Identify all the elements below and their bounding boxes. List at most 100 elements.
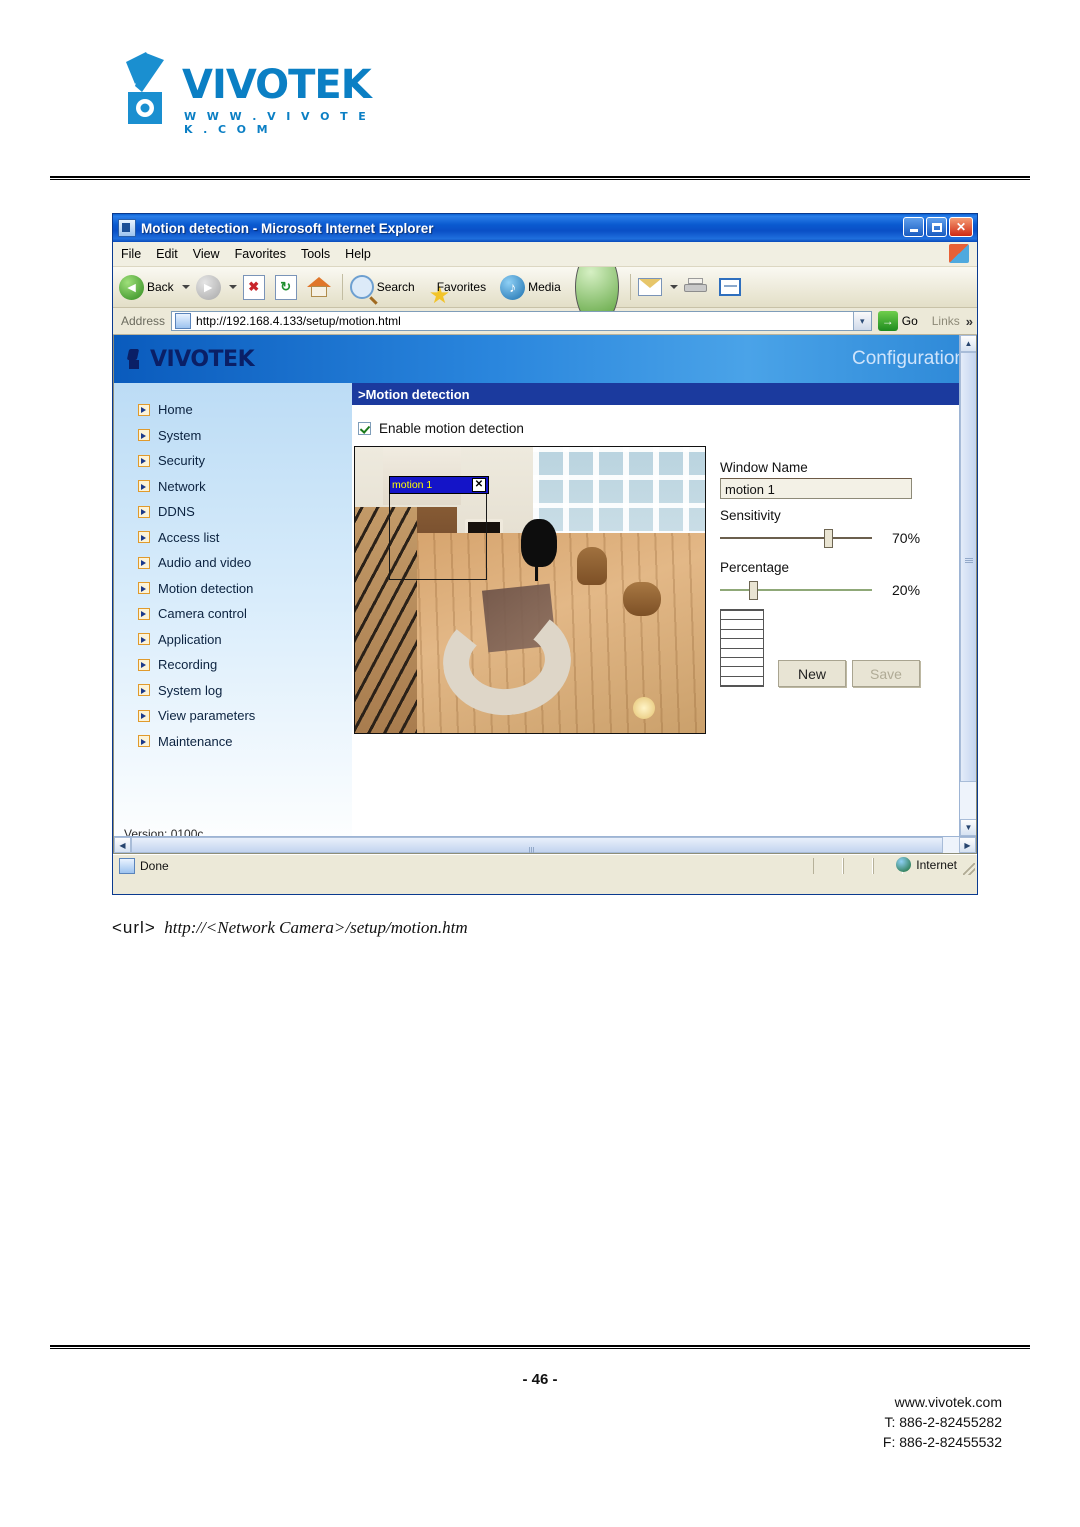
zone-label: Internet (916, 857, 957, 872)
back-arrow-icon: ◄ (119, 274, 144, 300)
menu-tools[interactable]: Tools (301, 247, 330, 261)
favorites-label: Favorites (436, 280, 487, 294)
close-icon[interactable]: ✕ (472, 478, 486, 492)
scroll-grip (965, 558, 973, 564)
sensitivity-value: 70% (892, 530, 921, 546)
edit-page-icon (718, 278, 741, 296)
sidebar-item-label: Camera control (158, 606, 247, 622)
forward-arrow-icon: ► (195, 274, 221, 300)
enable-motion-detection-row[interactable]: Enable motion detection (358, 421, 959, 436)
scroll-left-icon[interactable]: ◀ (114, 837, 131, 853)
search-icon (349, 275, 374, 299)
scroll-down-icon[interactable]: ▼ (960, 819, 976, 836)
media-button[interactable]: ♪ Media (500, 274, 561, 300)
sidebar-item-recording[interactable]: Recording (114, 652, 352, 678)
video-preview[interactable]: motion 1 ✕ (354, 446, 706, 734)
address-dropdown-icon[interactable]: ▾ (852, 312, 871, 330)
maximize-button[interactable] (926, 217, 947, 237)
media-icon: ♪ (500, 274, 526, 300)
sidebar-item-view-parameters[interactable]: View parameters (114, 703, 352, 729)
mail-dropdown-icon[interactable] (669, 285, 678, 289)
sidebar-item-system[interactable]: System (114, 423, 352, 449)
refresh-button[interactable]: ↻ (274, 274, 297, 300)
stop-button[interactable]: ✖ (242, 274, 265, 300)
back-dropdown-icon[interactable] (181, 285, 190, 289)
address-input[interactable]: http://192.168.4.133/setup/motion.html ▾ (171, 311, 872, 331)
back-label: Back (147, 280, 174, 294)
vertical-scroll-thumb[interactable] (960, 352, 976, 782)
toolbar-overflow-icon[interactable]: » (966, 314, 973, 329)
go-arrow-icon: → (877, 311, 898, 331)
back-button[interactable]: ◄ Back (119, 274, 174, 300)
sidebar-item-application[interactable]: Application (114, 627, 352, 653)
status-pane-1 (813, 858, 843, 874)
links-label[interactable]: Links (932, 314, 960, 328)
menu-help[interactable]: Help (345, 247, 371, 261)
forward-button[interactable]: ► (195, 274, 221, 300)
sidebar-item-maintenance[interactable]: Maintenance (114, 729, 352, 755)
sidebar-item-audio-and-video[interactable]: Audio and video (114, 550, 352, 576)
camera-logo: VIVOTEK (128, 347, 255, 372)
sidebar-item-system-log[interactable]: System log (114, 678, 352, 704)
sidebar-item-network[interactable]: Network (114, 474, 352, 500)
top-divider (50, 176, 1030, 180)
page-horizontal-scrollbar[interactable]: ◀ ▶ (114, 836, 976, 853)
percentage-knob[interactable] (749, 581, 758, 600)
horizontal-scroll-thumb[interactable] (131, 837, 943, 853)
minimize-button[interactable] (903, 217, 924, 237)
percentage-value: 20% (892, 582, 921, 598)
sidebar-item-motion-detection[interactable]: Motion detection (114, 576, 352, 602)
sidebar-item-access-list[interactable]: Access list (114, 525, 352, 551)
percentage-slider[interactable] (720, 581, 872, 600)
scroll-right-icon[interactable]: ▶ (959, 837, 976, 853)
arrow-bullet-icon (138, 684, 150, 697)
motion-region-box[interactable]: motion 1 ✕ (389, 476, 489, 580)
go-button[interactable]: → Go (877, 311, 918, 331)
close-button[interactable]: ✕ (949, 217, 973, 237)
menu-file[interactable]: File (121, 247, 141, 261)
sensitivity-slider[interactable] (720, 529, 872, 548)
enable-motion-detection-checkbox[interactable] (358, 422, 371, 435)
favorites-button[interactable]: ★ Favorites (429, 280, 487, 308)
motion-region-name: motion 1 (392, 479, 433, 491)
sensitivity-knob[interactable] (824, 529, 833, 548)
new-button[interactable]: New (778, 660, 846, 687)
window-title: Motion detection - Microsoft Internet Ex… (141, 220, 434, 236)
home-button[interactable] (306, 276, 331, 298)
menu-favorites[interactable]: Favorites (235, 247, 286, 261)
sidebar-item-label: Recording (158, 657, 218, 673)
arrow-bullet-icon (138, 556, 150, 569)
resize-grip-icon[interactable] (963, 863, 975, 875)
sidebar-item-ddns[interactable]: DDNS (114, 499, 352, 525)
window-name-input[interactable]: motion 1 (720, 478, 912, 499)
document-footer: www.vivotek.com T: 886-2-82455282 F: 886… (883, 1392, 1002, 1452)
scene-lamp (633, 697, 655, 719)
firmware-version-label: Version: 0100c (124, 827, 204, 836)
mail-button[interactable] (637, 278, 662, 296)
motion-region-header[interactable]: motion 1 ✕ (389, 476, 489, 494)
sidebar-item-camera-control[interactable]: Camera control (114, 601, 352, 627)
print-button[interactable] (683, 278, 707, 296)
footer-website: www.vivotek.com (894, 1394, 1002, 1410)
sidebar-item-security[interactable]: Security (114, 448, 352, 474)
menu-view[interactable]: View (193, 247, 220, 261)
arrow-bullet-icon (138, 505, 150, 518)
save-button: Save (852, 660, 920, 687)
scroll-up-icon[interactable]: ▲ (960, 335, 976, 352)
sidebar-item-home[interactable]: Home (114, 397, 352, 423)
forward-dropdown-icon[interactable] (228, 285, 237, 289)
search-button[interactable]: Search (349, 275, 415, 299)
page-vertical-scrollbar[interactable]: ▲ ▼ (959, 335, 976, 836)
sidebar-item-label: Audio and video (158, 555, 252, 571)
menu-edit[interactable]: Edit (156, 247, 178, 261)
page-viewport: VIVOTEK Configuration Home System Securi… (113, 335, 977, 854)
sensitivity-label: Sensitivity (720, 508, 781, 523)
sidebar-item-label: Home (158, 402, 193, 418)
enable-motion-detection-label: Enable motion detection (379, 421, 524, 436)
percentage-track (720, 589, 872, 591)
camera-body: Home System Security Network DDNS Access… (114, 383, 959, 836)
edit-button[interactable] (718, 278, 741, 296)
window-controls: ✕ (903, 217, 973, 237)
arrow-bullet-icon (138, 480, 150, 493)
sidebar-item-label: DDNS (158, 504, 195, 520)
